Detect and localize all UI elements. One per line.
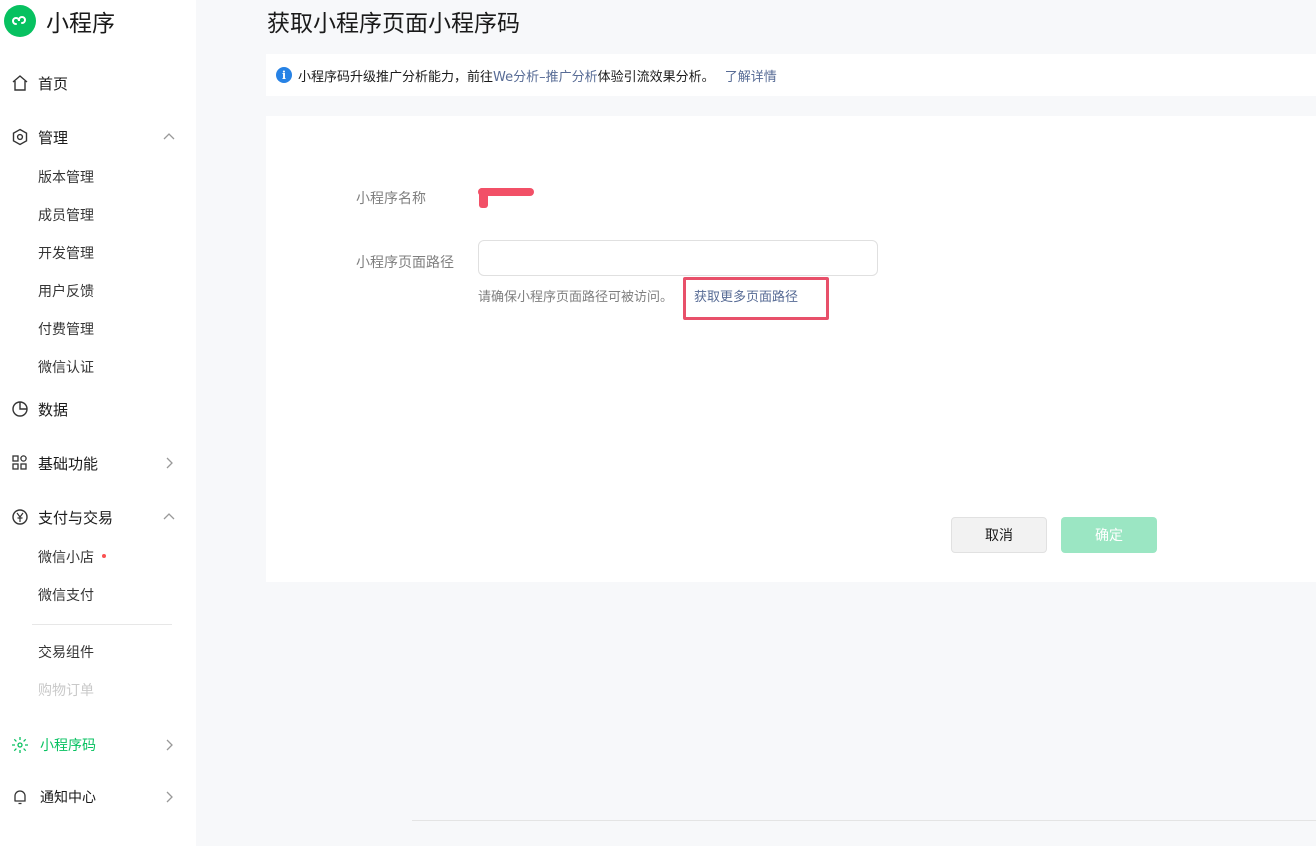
- sidebar-item-label: 数据: [38, 400, 69, 419]
- we-analysis-link[interactable]: We分析–推广分析: [493, 70, 598, 85]
- sidebar-item-feedback[interactable]: 用户反馈: [38, 282, 94, 302]
- sidebar-item-dev[interactable]: 开发管理: [38, 244, 94, 264]
- learn-more-link[interactable]: 了解详情: [725, 70, 777, 85]
- sidebar-item-label: 小程序码: [40, 738, 96, 754]
- path-label: 小程序页面路径: [356, 255, 454, 271]
- sidebar-item-label: 微信小店: [38, 550, 94, 566]
- sidebar-item-trade-component[interactable]: 交易组件: [38, 643, 94, 663]
- qrcode-form-card: 小程序名称 小程序页面路径 请确保小程序页面路径可被访问。 获取更多页面路径 取…: [266, 116, 1316, 582]
- sidebar-item-home[interactable]: 首页: [0, 72, 196, 94]
- redacted-name-mark: [479, 188, 488, 208]
- sidebar-item-orders[interactable]: 购物订单: [38, 681, 94, 701]
- sidebar-item-label: 支付与交易: [38, 508, 114, 527]
- sidebar: 小程序 首页 管理 版本管理 成员管理 开发管理 用户反馈 付费管理 微信认证 …: [0, 0, 196, 846]
- chevron-up-icon: [163, 133, 175, 140]
- page-title: 获取小程序页面小程序码: [267, 11, 520, 37]
- sidebar-item-manage[interactable]: 管理: [0, 126, 196, 148]
- bell-icon: [14, 790, 26, 805]
- sidebar-item-verify[interactable]: 微信认证: [38, 358, 94, 378]
- sidebar-item-data[interactable]: 数据: [0, 398, 196, 420]
- sidebar-item-billing[interactable]: 付费管理: [38, 320, 94, 340]
- confirm-button[interactable]: 确定: [1061, 517, 1157, 553]
- sidebar-item-pay[interactable]: 支付与交易: [0, 506, 196, 528]
- divider: [32, 624, 172, 625]
- sidebar-item-label: 通知中心: [40, 790, 96, 806]
- sidebar-item-label: 首页: [38, 74, 69, 93]
- sidebar-item-label: 基础功能: [38, 454, 99, 473]
- chevron-up-icon: [163, 513, 175, 520]
- home-icon: [12, 75, 28, 91]
- qrcode-sparkle-icon: [12, 737, 28, 753]
- brand-title: 小程序: [46, 11, 115, 37]
- sidebar-item-wechat-pay[interactable]: 微信支付: [38, 586, 94, 606]
- cancel-button[interactable]: 取消: [951, 517, 1047, 553]
- new-dot-badge: [102, 554, 106, 558]
- manage-hexagon-icon: [12, 128, 28, 146]
- more-paths-link[interactable]: 获取更多页面路径: [694, 286, 798, 305]
- pie-chart-icon: [12, 401, 28, 417]
- sidebar-item-label: 管理: [38, 128, 69, 147]
- notice-text: 小程序码升级推广分析能力，前往We分析–推广分析体验引流效果分析。 了解详情: [298, 69, 777, 85]
- notice-bar: i 小程序码升级推广分析能力，前往We分析–推广分析体验引流效果分析。 了解详情: [266, 54, 1316, 96]
- brand[interactable]: 小程序: [4, 4, 115, 38]
- sidebar-item-qrcode[interactable]: 小程序码: [0, 734, 196, 756]
- sidebar-item-members[interactable]: 成员管理: [38, 206, 94, 226]
- mini-program-logo-icon: [4, 5, 36, 37]
- chevron-right-icon: [166, 457, 173, 469]
- chevron-right-icon: [166, 739, 173, 751]
- sidebar-item-notice[interactable]: 通知中心: [0, 786, 196, 808]
- grid-apps-icon: [12, 455, 27, 470]
- yen-coin-icon: [12, 509, 28, 525]
- chevron-right-icon: [166, 791, 173, 803]
- page-path-input[interactable]: [478, 240, 878, 276]
- sidebar-item-wechat-shop[interactable]: 微信小店: [38, 548, 106, 568]
- info-icon: i: [276, 67, 292, 83]
- footer-divider: [412, 820, 1316, 821]
- sidebar-item-version[interactable]: 版本管理: [38, 168, 94, 188]
- path-hint: 请确保小程序页面路径可被访问。: [478, 290, 674, 305]
- sidebar-item-basic[interactable]: 基础功能: [0, 452, 196, 474]
- name-label: 小程序名称: [356, 191, 426, 207]
